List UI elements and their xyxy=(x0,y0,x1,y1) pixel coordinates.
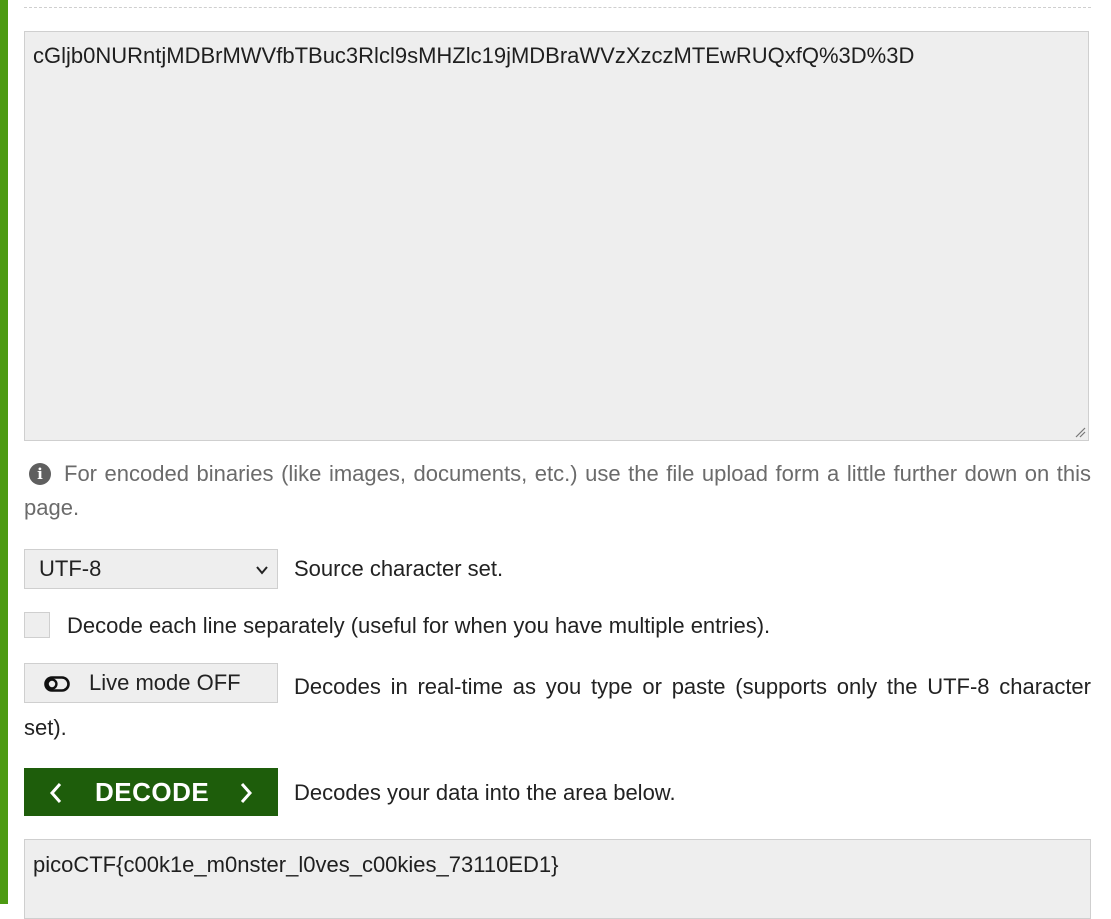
charset-description: Source character set. xyxy=(294,556,504,581)
binary-upload-note-text: For encoded binaries (like images, docum… xyxy=(24,461,1091,520)
live-mode-toggle-button[interactable]: Live mode OFF xyxy=(24,663,278,703)
binary-upload-note: i For encoded binaries (like images, docu… xyxy=(24,457,1091,525)
decode-button-label: DECODE xyxy=(95,777,210,807)
chevron-down-icon xyxy=(256,566,268,575)
live-mode-label: Live mode OFF xyxy=(89,670,241,695)
decode-lines-separately-checkbox[interactable] xyxy=(24,612,50,638)
chevron-right-icon xyxy=(240,783,253,803)
toggle-off-icon xyxy=(44,676,70,692)
decode-button[interactable]: DECODE xyxy=(24,768,278,816)
charset-selected-value: UTF-8 xyxy=(39,556,102,581)
chevron-left-icon xyxy=(49,783,62,803)
encoded-input-value: cGljb0NURntjMDBrMWVfbTBuc3Rlcl9sMHZlc19j… xyxy=(33,43,915,68)
decode-description: Decodes your data into the area below. xyxy=(294,780,676,805)
decode-lines-separately-label: Decode each line separately (useful for … xyxy=(67,613,771,638)
charset-select[interactable]: UTF-8 xyxy=(24,549,278,589)
info-icon: i xyxy=(29,463,51,485)
resize-handle-icon[interactable] xyxy=(1074,426,1086,438)
decoded-output-textarea[interactable]: picoCTF{c00k1e_m0nster_l0ves_c00kies_731… xyxy=(24,839,1091,919)
encoded-input-textarea[interactable]: cGljb0NURntjMDBrMWVfbTBuc3Rlcl9sMHZlc19j… xyxy=(24,31,1089,441)
decoded-output-value: picoCTF{c00k1e_m0nster_l0ves_c00kies_731… xyxy=(33,852,559,877)
section-divider xyxy=(24,7,1091,8)
page-accent-border xyxy=(0,0,8,904)
